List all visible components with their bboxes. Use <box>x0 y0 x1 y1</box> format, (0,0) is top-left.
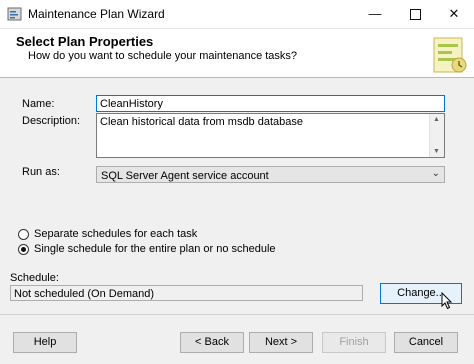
maintenance-plan-app-icon <box>7 7 22 21</box>
close-button[interactable]: ✕ <box>434 0 474 28</box>
help-button[interactable]: Help <box>13 332 77 353</box>
scroll-up-icon[interactable]: ▲ <box>433 116 440 123</box>
back-button-label: < Back <box>195 336 229 348</box>
name-field-value: CleanHistory <box>100 98 163 110</box>
description-field[interactable]: Clean historical data from msdb database… <box>96 113 445 158</box>
run-as-label: Run as: <box>22 166 60 178</box>
name-label: Name: <box>22 98 55 110</box>
minimize-button[interactable]: — <box>355 0 395 28</box>
scroll-down-icon[interactable]: ▼ <box>433 148 440 155</box>
title-bar: Maintenance Plan Wizard — ✕ <box>0 0 474 29</box>
back-button[interactable]: < Back <box>180 332 244 353</box>
schedule-value: Not scheduled (On Demand) <box>14 288 155 300</box>
separate-schedules-label: Separate schedules for each task <box>34 228 198 240</box>
description-field-value: Clean historical data from msdb database <box>100 116 303 128</box>
wizard-header: Select Plan Properties How do you want t… <box>0 29 474 78</box>
change-schedule-label: Change... <box>397 287 445 299</box>
run-as-value: SQL Server Agent service account <box>101 170 269 182</box>
help-button-label: Help <box>33 336 57 348</box>
next-button[interactable]: Next > <box>249 332 313 353</box>
footer-divider <box>0 314 474 315</box>
finish-button[interactable]: Finish <box>322 332 386 353</box>
description-label: Description: <box>22 115 81 127</box>
page-subtitle: How do you want to schedule your mainten… <box>28 50 298 62</box>
schedule-label: Schedule: <box>10 272 59 284</box>
schedule-field: Not scheduled (On Demand) <box>10 285 363 301</box>
separate-schedules-radio[interactable] <box>18 228 29 240</box>
description-scrollbar[interactable]: ▲ ▼ <box>429 114 444 157</box>
finish-button-label: Finish <box>339 336 369 348</box>
maximize-icon <box>409 9 421 21</box>
close-icon: ✕ <box>448 6 460 21</box>
chevron-down-icon: ⌄ <box>431 168 440 179</box>
cancel-button-label: Cancel <box>408 336 444 348</box>
run-as-select[interactable]: SQL Server Agent service account ⌄ <box>96 166 445 183</box>
page-title: Select Plan Properties <box>16 34 154 49</box>
minimize-icon: — <box>368 6 382 21</box>
name-field[interactable]: CleanHistory <box>96 95 445 112</box>
next-button-label: Next > <box>264 336 298 348</box>
mouse-cursor-icon <box>441 292 453 310</box>
window-title: Maintenance Plan Wizard <box>28 7 165 21</box>
single-schedule-option[interactable]: Single schedule for the entire plan or n… <box>18 243 276 255</box>
maximize-button[interactable] <box>395 0 435 28</box>
single-schedule-label: Single schedule for the entire plan or n… <box>34 243 276 255</box>
single-schedule-radio[interactable] <box>18 243 29 255</box>
cancel-button[interactable]: Cancel <box>394 332 458 353</box>
separate-schedules-option[interactable]: Separate schedules for each task <box>18 228 197 240</box>
wizard-schedule-icon <box>433 37 467 73</box>
